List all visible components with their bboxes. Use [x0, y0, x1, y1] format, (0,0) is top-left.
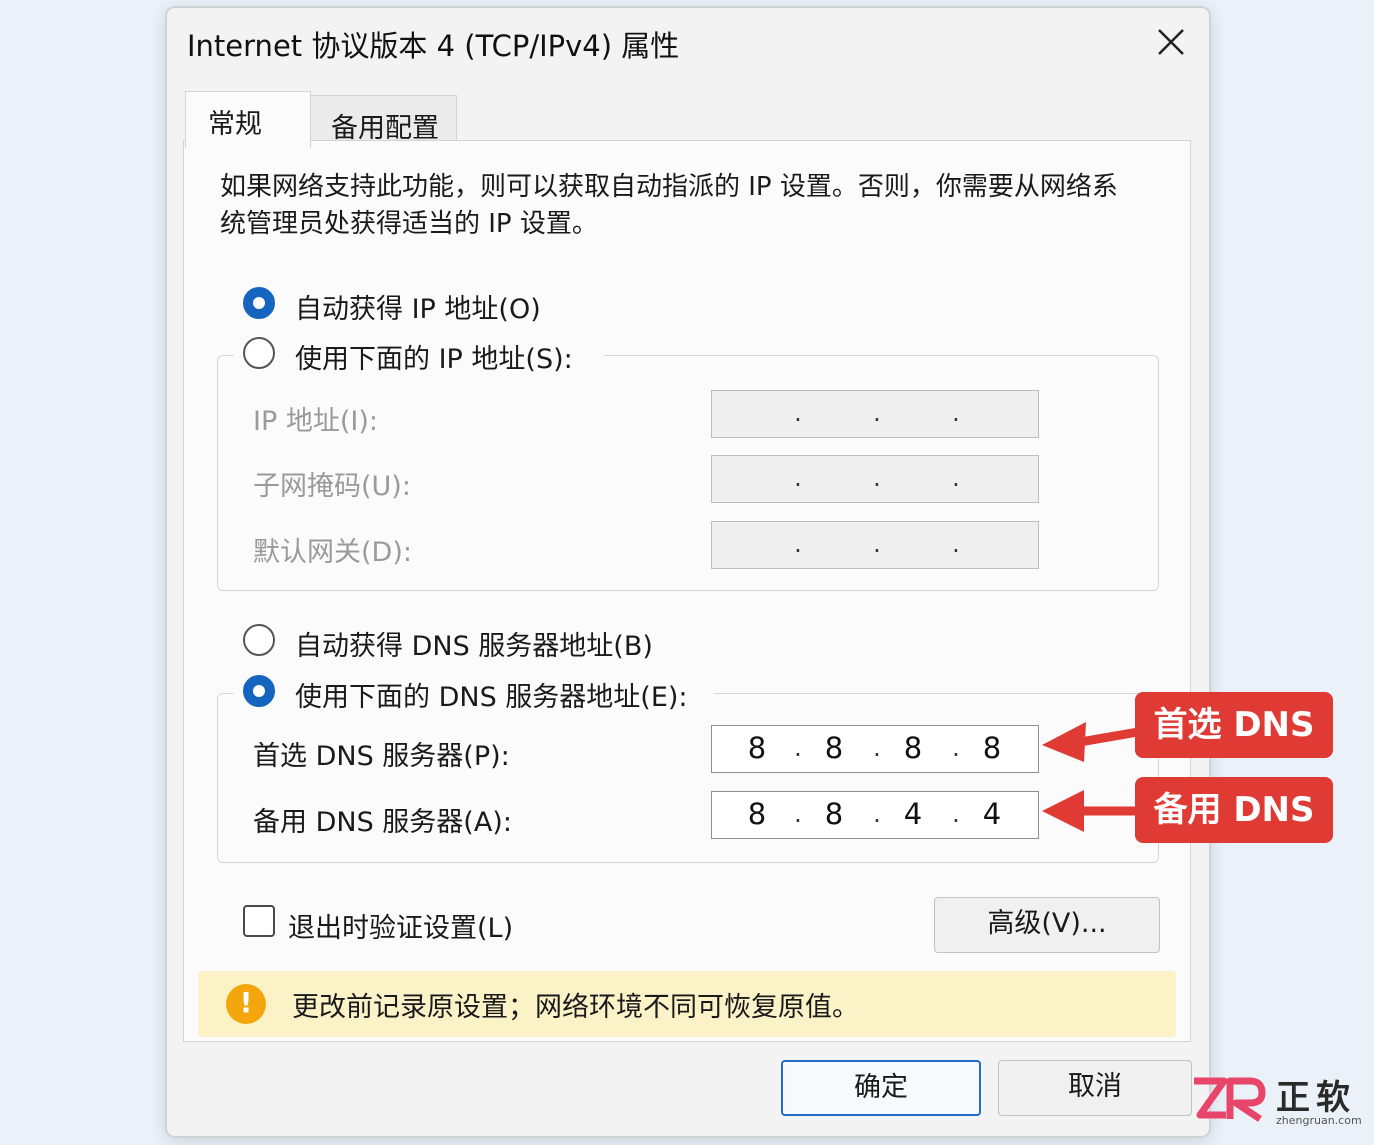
auto-dns-radio[interactable]: [243, 624, 275, 656]
close-icon: [1158, 29, 1184, 55]
alternate-dns-callout: 备用 DNS: [1135, 777, 1333, 843]
general-panel: 如果网络支持此功能，则可以获取自动指派的 IP 设置。否则，你需要从网络系统管理…: [183, 140, 1191, 1042]
manual-dns-radio[interactable]: [243, 675, 275, 707]
preferred-dns-input[interactable]: 8 . 8 . 8 . 8: [711, 725, 1039, 773]
manual-dns-label: 使用下面的 DNS 服务器地址(E):: [295, 682, 688, 713]
auto-dns-label: 自动获得 DNS 服务器地址(B): [295, 631, 653, 662]
notice-text: 更改前记录原设置；网络环境不同可恢复原值。: [292, 992, 859, 1023]
advanced-button[interactable]: 高级(V)...: [934, 897, 1160, 953]
warning-icon: !: [226, 984, 266, 1024]
manual-ip-radio[interactable]: [243, 337, 275, 369]
ip-address-label: IP 地址(I):: [253, 406, 378, 437]
title-bar: Internet 协议版本 4 (TCP/IPv4) 属性: [167, 8, 1209, 78]
tab-alternate-configuration[interactable]: 备用配置: [309, 95, 457, 146]
preferred-dns-callout: 首选 DNS: [1135, 692, 1333, 758]
validate-on-exit-checkbox[interactable]: [243, 905, 275, 937]
auto-ip-radio[interactable]: [243, 287, 275, 319]
auto-ip-label: 自动获得 IP 地址(O): [295, 294, 541, 325]
default-gateway-label: 默认网关(D):: [253, 537, 412, 568]
description-text: 如果网络支持此功能，则可以获取自动指派的 IP 设置。否则，你需要从网络系统管理…: [220, 172, 1118, 239]
alternate-dns-input[interactable]: 8 . 8 . 4 . 4: [711, 791, 1039, 839]
close-button[interactable]: [1151, 22, 1191, 62]
zhengruan-logo-icon: [1194, 1077, 1266, 1122]
ok-button[interactable]: 确定: [781, 1060, 981, 1116]
validate-on-exit-label: 退出时验证设置(L): [288, 913, 514, 944]
tab-general[interactable]: 常规: [185, 91, 311, 148]
window-title: Internet 协议版本 4 (TCP/IPv4) 属性: [187, 29, 680, 63]
tab-general-label: 常规: [208, 109, 262, 140]
notice-banner: ! 更改前记录原设置；网络环境不同可恢复原值。: [198, 971, 1176, 1037]
tcpipv4-properties-dialog: Internet 协议版本 4 (TCP/IPv4) 属性 常规 备用配置 如果…: [165, 6, 1211, 1138]
manual-ip-label: 使用下面的 IP 地址(S):: [295, 344, 573, 375]
ip-address-input[interactable]: . . .: [711, 390, 1039, 438]
subnet-mask-label: 子网掩码(U):: [253, 471, 411, 502]
default-gateway-input[interactable]: . . .: [711, 521, 1039, 569]
watermark-url: zhengruan.com: [1276, 1114, 1362, 1127]
alternate-dns-label: 备用 DNS 服务器(A):: [253, 807, 512, 838]
watermark-brand: 正软: [1276, 1078, 1356, 1118]
cancel-button[interactable]: 取消: [998, 1060, 1192, 1116]
preferred-dns-label: 首选 DNS 服务器(P):: [253, 741, 510, 772]
subnet-mask-input[interactable]: . . .: [711, 455, 1039, 503]
